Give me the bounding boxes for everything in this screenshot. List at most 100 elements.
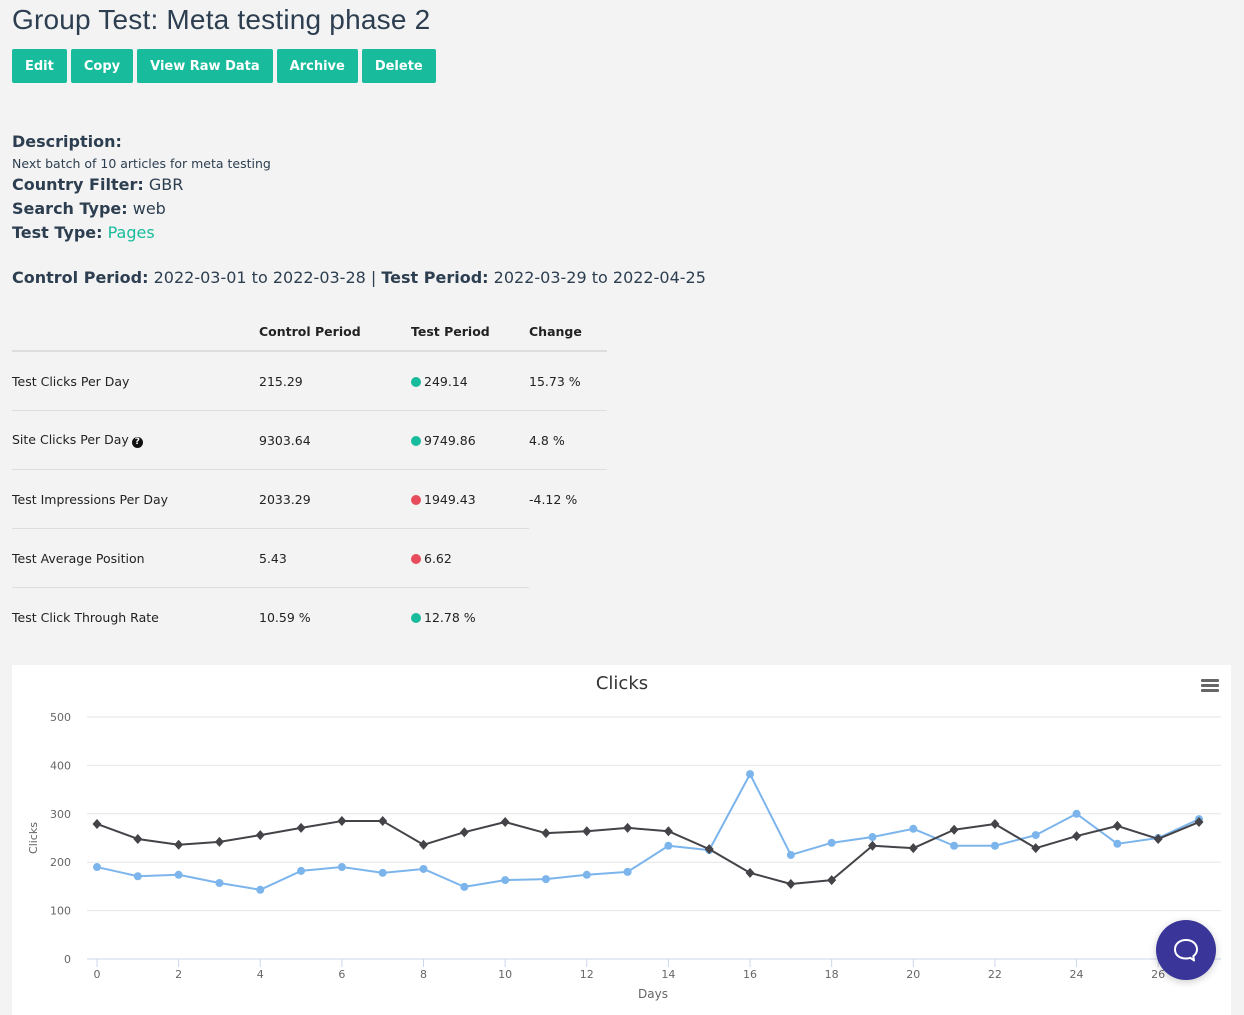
data-point-control — [582, 826, 592, 837]
view-raw-data-button[interactable]: View Raw Data — [137, 49, 273, 83]
y-tick-label: 500 — [50, 711, 71, 724]
data-point-control — [541, 828, 551, 839]
data-point-control — [908, 843, 918, 854]
country-filter-label: Country Filter: — [12, 175, 144, 194]
data-point-control — [949, 824, 959, 835]
stats-row: Test Impressions Per Day 2033.29 1949.43 -4… — [12, 469, 607, 529]
data-point-test — [378, 868, 387, 877]
search-type-label: Search Type: — [12, 199, 128, 218]
search-type-value: web — [132, 199, 166, 218]
stats-row: Site Clicks Per Day? 9303.64 9749.86 4.8 % — [12, 410, 607, 470]
data-point-control — [214, 836, 224, 847]
test-type-link[interactable]: Pages — [108, 223, 155, 242]
data-point-control — [745, 867, 755, 878]
test-value: 249.14 — [424, 373, 468, 389]
chart-menu-icon[interactable] — [1201, 679, 1219, 695]
metric-name: Site Clicks Per Day? — [12, 410, 259, 470]
action-toolbar: Edit Copy View Raw Data Archive Delete — [12, 49, 436, 83]
metric-label: Test Clicks Per Day — [12, 373, 130, 389]
stats-row: Test Clicks Per Day 215.29 249.14 15.73 % — [12, 351, 607, 411]
metric-name: Test Clicks Per Day — [12, 351, 259, 411]
data-point-test — [174, 870, 183, 879]
data-point-test — [501, 876, 510, 885]
data-point-control — [1112, 820, 1122, 831]
data-point-control — [786, 878, 796, 889]
y-tick-label: 400 — [50, 759, 71, 772]
control-value: 215.29 — [259, 351, 411, 411]
y-tick-label: 0 — [64, 953, 71, 966]
stats-row: Test Click Through Rate 10.59 % 12.78 % — [12, 588, 607, 647]
metric-label: Test Click Through Rate — [12, 609, 159, 625]
change-value — [529, 588, 607, 647]
metric-name: Test Impressions Per Day — [12, 469, 259, 529]
data-point-test — [297, 866, 306, 875]
y-tick-label: 100 — [50, 905, 71, 918]
status-dot-bad — [411, 553, 421, 564]
test-details: Description: Next batch of 10 articles f… — [12, 130, 271, 245]
x-tick-label: 10 — [498, 968, 512, 981]
control-value: 10.59 % — [259, 609, 311, 625]
x-tick-label: 24 — [1070, 968, 1084, 981]
delete-button[interactable]: Delete — [361, 49, 436, 83]
data-point-control — [174, 839, 184, 850]
data-point-test — [1031, 831, 1040, 840]
data-point-control — [1072, 831, 1082, 842]
stats-table: Control Period Test Period Change Test C… — [12, 313, 607, 646]
data-point-test — [868, 833, 877, 842]
test-value-cell: 1949.43 — [411, 469, 529, 529]
metric-name: Test Click Through Rate — [12, 588, 259, 647]
data-point-test — [337, 863, 346, 872]
data-point-test — [746, 770, 755, 779]
data-point-test — [909, 824, 918, 833]
data-point-test — [623, 867, 632, 876]
data-point-control — [623, 822, 633, 833]
test-value-cell: 12.78 % — [411, 588, 529, 647]
edit-button[interactable]: Edit — [12, 49, 67, 83]
data-point-control — [378, 816, 388, 827]
data-point-control — [663, 826, 673, 837]
data-point-control — [337, 816, 347, 827]
archive-button[interactable]: Archive — [276, 49, 358, 83]
data-point-control — [500, 817, 510, 828]
metric-label: Site Clicks Per Day — [12, 432, 129, 447]
header-metric — [12, 313, 259, 352]
metric-label: Test Average Position — [12, 550, 145, 566]
data-point-control — [92, 818, 102, 829]
data-point-test — [541, 875, 550, 884]
status-dot-good — [411, 612, 421, 623]
data-point-test — [419, 864, 428, 873]
header-change: Change — [529, 313, 607, 352]
control-period-label: Control Period: — [12, 268, 149, 287]
data-point-test — [950, 841, 959, 850]
test-period-value: 2022-03-29 to 2022-04-25 — [493, 268, 706, 287]
status-dot-bad — [411, 494, 421, 505]
status-dot-good — [411, 376, 421, 387]
test-value-cell: 6.62 — [411, 528, 529, 588]
data-point-test — [215, 879, 224, 888]
data-point-test — [1072, 809, 1081, 818]
chat-launcher-button[interactable] — [1156, 920, 1216, 980]
y-tick-label: 200 — [50, 856, 71, 869]
control-value: 2033.29 — [259, 469, 411, 529]
page-title: Group Test: Meta testing phase 2 — [12, 4, 431, 35]
x-axis-label: Days — [638, 987, 668, 1001]
period-separator: | — [370, 268, 377, 287]
control-value: 5.43 — [259, 528, 411, 588]
description-label: Description: — [12, 132, 122, 151]
header-test-period: Test Period — [411, 313, 529, 352]
stats-header-row: Control Period Test Period Change — [12, 313, 607, 352]
copy-button[interactable]: Copy — [70, 49, 134, 83]
control-value: 9303.64 — [259, 410, 411, 470]
change-value: 15.73 % — [529, 351, 607, 411]
clicks-chart-svg: Clicks0100200300400500Clicks0 2 4 6 8 10 12 14 1… — [27, 673, 1221, 1001]
x-tick-label: 8 — [420, 968, 427, 981]
help-icon[interactable]: ? — [131, 437, 143, 448]
x-tick-label: 22 — [988, 968, 1002, 981]
x-tick-label: 0 — [94, 968, 101, 981]
x-tick-label: 4 — [257, 968, 264, 981]
y-axis-label: Clicks — [27, 822, 40, 854]
test-value-cell: 249.14 — [411, 351, 529, 411]
header-control-period: Control Period — [259, 313, 411, 352]
data-point-control — [255, 830, 265, 841]
data-point-test — [664, 841, 673, 850]
